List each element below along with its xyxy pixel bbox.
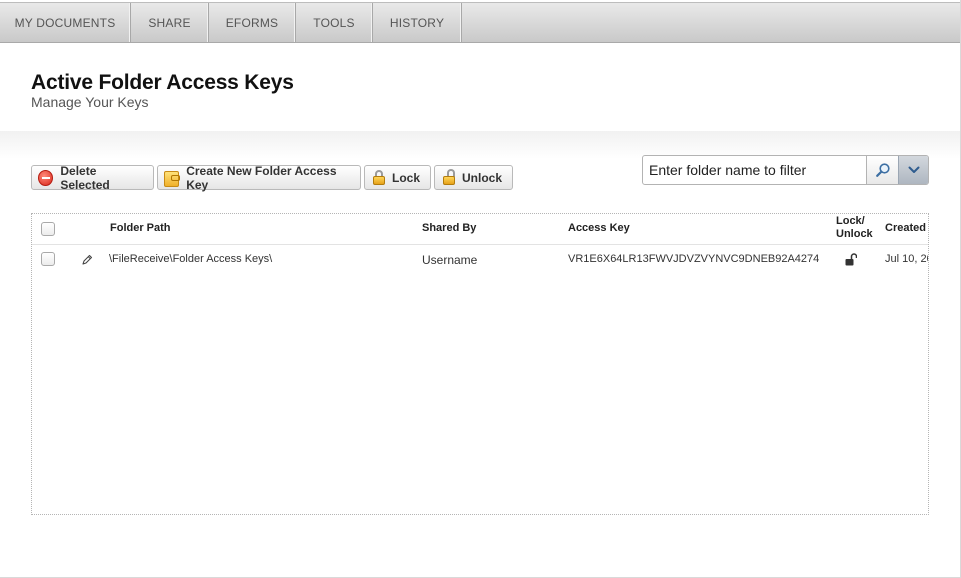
table-row[interactable]: \FileReceive\Folder Access Keys\ Usernam… — [32, 245, 928, 275]
access-keys-table: Folder Path Shared By Access Key Lock/ U… — [31, 213, 929, 515]
page-header: Active Folder Access Keys Manage Your Ke… — [0, 43, 960, 131]
cell-access-key: VR1E6X64LR13FWVJDVZVYNVC9DNEB92A4274 — [568, 253, 820, 265]
column-lock-unlock[interactable]: Lock/ Unlock — [836, 215, 873, 240]
column-access-key[interactable]: Access Key — [568, 222, 630, 234]
row-checkbox[interactable] — [41, 252, 55, 266]
cell-shared-by: Username — [422, 253, 478, 267]
delete-selected-button[interactable]: Delete Selected — [31, 163, 154, 192]
column-lock-unlock-line1: Lock/ — [836, 215, 865, 227]
page-title: Active Folder Access Keys — [31, 71, 294, 94]
unlock-button[interactable]: Unlock — [434, 165, 513, 190]
cell-folder-path: \FileReceive\Folder Access Keys\ — [109, 253, 273, 265]
magnifier-icon — [875, 163, 890, 177]
select-all-checkbox[interactable] — [41, 222, 55, 236]
column-lock-unlock-line2: Unlock — [836, 228, 873, 240]
column-shared-by[interactable]: Shared By — [422, 222, 476, 234]
tab-my-documents[interactable]: MY DOCUMENTS — [0, 3, 131, 42]
search-button[interactable] — [866, 156, 898, 184]
unlock-icon — [443, 169, 455, 185]
pencil-icon[interactable] — [81, 253, 93, 271]
row-unlock-icon[interactable] — [845, 253, 858, 271]
cell-created: Jul 10, 2013 — [885, 253, 928, 265]
app-frame: MY DOCUMENTS SHARE EFORMS TOOLS HISTORY … — [0, 0, 961, 578]
folder-filter — [642, 155, 929, 185]
lock-label: Lock — [392, 170, 421, 185]
tab-tools[interactable]: TOOLS — [296, 3, 373, 42]
chevron-down-icon — [908, 166, 919, 173]
table-header: Folder Path Shared By Access Key Lock/ U… — [32, 214, 928, 245]
page-subtitle: Manage Your Keys — [31, 94, 149, 110]
delete-selected-label: Delete Selected — [60, 163, 110, 192]
lock-icon — [373, 170, 385, 185]
tab-history[interactable]: HISTORY — [373, 3, 462, 42]
lock-button[interactable]: Lock — [364, 165, 431, 190]
column-created[interactable]: Created — [885, 222, 926, 234]
folder-filter-input[interactable] — [643, 156, 866, 184]
key-folder-icon — [164, 170, 181, 187]
top-nav: MY DOCUMENTS SHARE EFORMS TOOLS HISTORY — [0, 2, 960, 43]
create-folder-access-key-label: Create New Folder Access Key — [186, 163, 337, 192]
tab-eforms[interactable]: EFORMS — [209, 3, 296, 42]
column-folder-path[interactable]: Folder Path — [110, 222, 171, 234]
filter-dropdown-button[interactable] — [898, 156, 928, 184]
unlock-label: Unlock — [462, 170, 503, 185]
create-folder-access-key-button[interactable]: Create New Folder Access Key — [157, 163, 361, 192]
tab-share[interactable]: SHARE — [131, 3, 209, 42]
minus-circle-icon — [38, 169, 54, 186]
